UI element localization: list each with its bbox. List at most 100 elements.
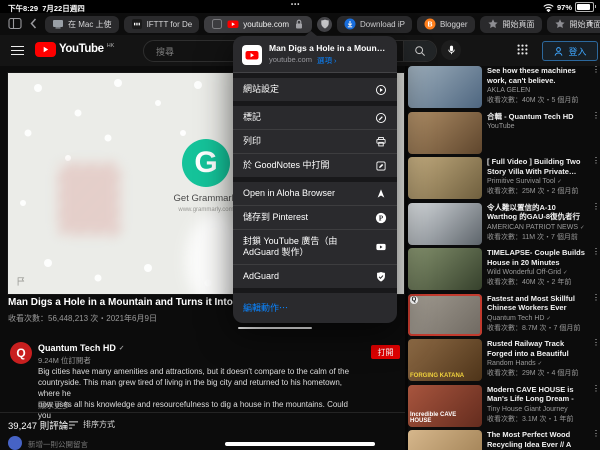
pinterest-icon: P (375, 212, 387, 224)
video-meta: 收看次數：56,448,213 次・2021年6月9日 (8, 314, 157, 323)
hamburger-menu-icon[interactable] (11, 46, 24, 58)
video-thumbnail[interactable] (408, 248, 482, 290)
related-video-channel: Random Hands ✓ (487, 360, 543, 367)
video-thumbnail[interactable]: Q (408, 293, 482, 336)
related-video-channel: Tiny House Giant Journey (487, 405, 568, 413)
comments-sort-button[interactable]: 排序方式 (68, 419, 115, 430)
video-menu-kebab-icon[interactable]: ⋮ (592, 111, 600, 119)
tab-strip: 在 Mac 上使 IFTTT for De youtube.com Download … (45, 15, 600, 33)
related-video-row[interactable]: [ Full Video ] Building Two Story Villa … (408, 157, 600, 199)
apps-grid-icon[interactable] (516, 43, 529, 56)
video-menu-kebab-icon[interactable]: ⋮ (592, 202, 600, 210)
related-video-row[interactable]: 合輯 - Quantum Tech HD YouTube ⋮ (408, 111, 600, 154)
tab-label: IFTTT for De (146, 19, 193, 29)
related-video-row[interactable]: See how these machines work, can't belie… (408, 66, 600, 108)
popup-menu-item[interactable]: 標記 (233, 106, 397, 129)
markup-icon (375, 112, 387, 124)
adguard-extension-button[interactable] (317, 16, 333, 32)
tab-sidebar-toggle-icon[interactable] (8, 17, 22, 30)
video-menu-kebab-icon[interactable]: ⋮ (592, 384, 600, 392)
popup-menu-item[interactable]: Open in Aloha Browser (233, 182, 397, 205)
signin-button[interactable]: 登入 (542, 41, 598, 61)
related-video-title: 合輯 - Quantum Tech HD (487, 111, 574, 121)
channel-name[interactable]: Quantum Tech HD ✓ (38, 343, 124, 353)
video-menu-kebab-icon[interactable]: ⋮ (592, 293, 600, 301)
video-thumbnail[interactable] (408, 111, 482, 154)
print-icon (375, 136, 387, 148)
popup-menu-item[interactable]: 網站設定 (233, 78, 397, 101)
related-video-row[interactable]: The Most Perfect Wood Recycling Idea Eve… (408, 430, 600, 450)
popup-menu-item-label: 列印 (243, 135, 262, 146)
edit-actions-button[interactable]: 編輯動作⋯ (233, 293, 397, 323)
related-video-channel: AKLA GELEN (487, 87, 531, 94)
tab-label: Blogger (439, 19, 468, 29)
popup-options-link[interactable]: 選項 › (317, 55, 337, 66)
youtube-wordmark: YouTube (59, 43, 104, 55)
related-video-row[interactable]: FORGING KATANA Rusted Railway Track Forge… (408, 339, 600, 381)
related-video-channel: Primitive Survival Tool ✓ (487, 178, 562, 185)
video-menu-kebab-icon[interactable]: ⋮ (592, 339, 600, 347)
video-thumbnail[interactable]: FORGING KATANA (408, 339, 482, 381)
related-video-channel: AMERICAN PATRIOT NEWS ✓ (487, 223, 585, 231)
related-video-row[interactable]: TIMELAPSE- Couple Builds House in 20 Min… (408, 248, 600, 290)
video-info: Modern CAVE HOUSE is Man's Life Long Dre… (487, 385, 587, 427)
video-info: Rusted Railway Track Forged into a Beaut… (487, 339, 587, 381)
youtube-logo[interactable]: YouTube HK (35, 42, 114, 57)
video-thumbnail[interactable]: Incredible CAVE HOUSE (408, 384, 482, 427)
related-video-channel: Wild Wonderful Off-Grid ✓ (487, 269, 568, 276)
ad-info-flag-icon[interactable] (16, 276, 26, 287)
video-thumbnail[interactable] (408, 202, 482, 245)
related-video-title: 令人難以置信的A-10 Warthog 的GAU-8復仇者行動視頻 (487, 202, 581, 222)
related-video-row[interactable]: Incredible CAVE HOUSE Modern CAVE HOUSE i… (408, 384, 600, 427)
star-icon (487, 18, 499, 30)
show-more-link[interactable]: 顯示更多 (38, 400, 70, 411)
home-indicator[interactable] (225, 442, 375, 446)
popup-menu-item[interactable]: 於 GoodNotes 中打開 (233, 153, 397, 177)
open-app-button[interactable]: 打開 (371, 345, 400, 359)
related-video-title: Fastest and Most Skillful Chinese Worker… (487, 293, 575, 313)
related-video-meta: 收看次數：3.1M 次・1 年前 (487, 415, 574, 423)
voice-search-button[interactable] (441, 40, 461, 60)
related-video-row[interactable]: Q Fastest and Most Skillful Chinese Worke… (408, 293, 600, 336)
related-video-row[interactable]: 令人難以置信的A-10 Warthog 的GAU-8復仇者行動視頻AMERICA… (408, 202, 600, 245)
thumbnail-overlay-text: Incredible CAVE HOUSE (410, 411, 457, 425)
back-chevron-icon[interactable] (28, 17, 38, 30)
add-comment-field[interactable]: 新增一則公開留言 (28, 439, 88, 450)
browser-tab[interactable]: 開始頁面 (479, 15, 542, 33)
verified-badge-icon: ✓ (557, 179, 562, 185)
ipad-screen: 下午8:29 7月22日週四 ••• 97% 在 Mac 上使 IFTTT for… (0, 0, 600, 450)
channel-avatar[interactable]: Q (10, 342, 32, 364)
browser-tab[interactable]: 在 Mac 上使 (45, 15, 119, 33)
browser-tab[interactable]: B Blogger (416, 15, 475, 33)
video-menu-kebab-icon[interactable]: ⋮ (592, 430, 600, 438)
sort-label: 排序方式 (83, 420, 115, 429)
popup-menu-item[interactable]: AdGuard (233, 264, 397, 288)
status-bar: 下午8:29 7月22日週四 ••• 97% (0, 0, 600, 13)
multitask-dots-icon[interactable]: ••• (291, 2, 300, 8)
browser-tab[interactable]: Download iP (337, 15, 412, 33)
new-tab-button[interactable]: + (587, 17, 594, 29)
video-thumbnail[interactable] (408, 157, 482, 199)
browser-tab[interactable]: IFTTT for De (123, 15, 200, 33)
video-menu-kebab-icon[interactable]: ⋮ (592, 248, 600, 256)
popup-menu-item[interactable]: 列印 (233, 129, 397, 153)
popup-menu-item-label: 儲存到 Pinterest (243, 211, 309, 222)
blogger-icon: B (424, 18, 436, 30)
related-video-channel: YouTube (487, 123, 515, 130)
related-video-meta: 收看次數：25M 次・2 個月前 (487, 188, 579, 195)
video-menu-kebab-icon[interactable]: ⋮ (592, 66, 600, 74)
video-thumbnail[interactable] (408, 66, 482, 108)
search-button[interactable] (403, 41, 436, 61)
related-video-meta: 收看次數：40M 次・5 個月前 (487, 97, 579, 104)
popup-menu-item[interactable]: 儲存到 Pinterest P (233, 205, 397, 229)
reader-square-icon (211, 18, 223, 30)
description-line: now uses all his knowledge and resourcef… (38, 400, 348, 420)
video-thumbnail[interactable] (408, 430, 482, 450)
user-avatar[interactable] (8, 436, 22, 450)
thumbnail-overlay-text: FORGING KATANA (410, 372, 465, 379)
video-menu-kebab-icon[interactable]: ⋮ (592, 157, 600, 165)
website-settings-icon (375, 84, 387, 96)
browser-tab-active[interactable]: youtube.com (204, 15, 313, 33)
popup-menu-item[interactable]: 封鎖 YouTube 廣告（由 AdGuard 製作） (233, 229, 397, 264)
youtube-region-label: HK (106, 43, 115, 49)
